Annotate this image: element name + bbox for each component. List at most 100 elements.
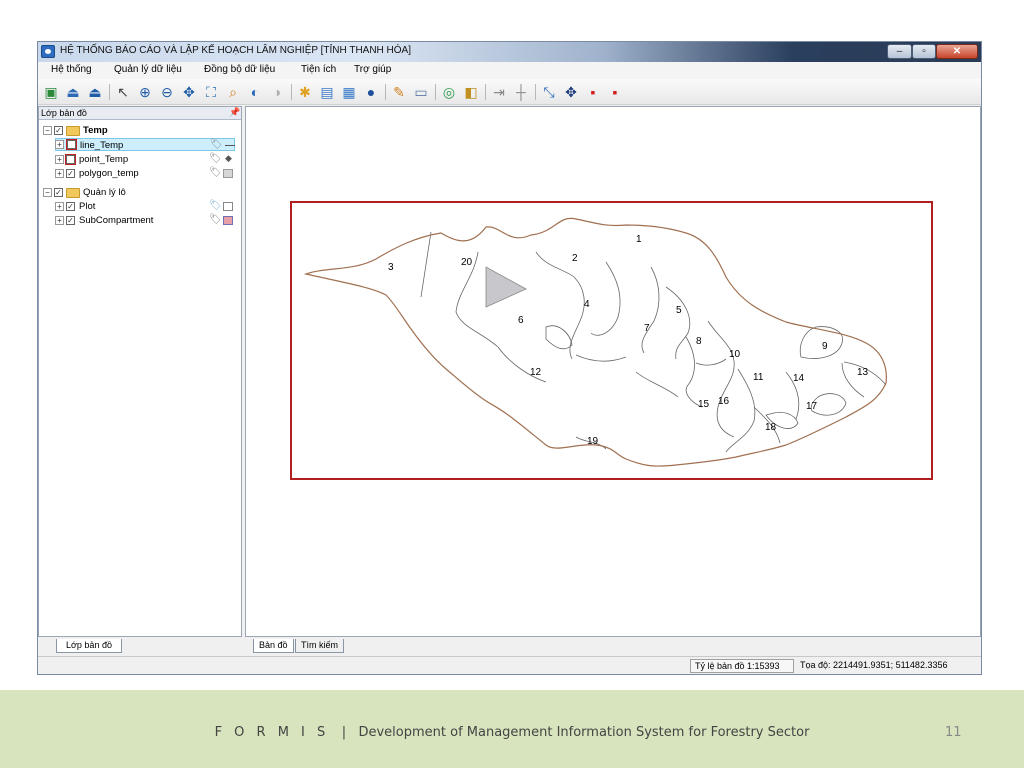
next-extent-icon[interactable]: ◑ <box>268 83 286 101</box>
map-label: 18 <box>765 422 777 433</box>
edit-pencil-icon[interactable]: ✎ <box>390 83 408 101</box>
map-view[interactable]: 1 2 3 4 5 6 7 8 9 10 11 12 13 14 15 16 1… <box>245 106 981 637</box>
layer-group-quan-ly-lo[interactable]: − ✓ Quản lý lô <box>43 186 233 199</box>
edit-vertices-icon[interactable]: ⤡ <box>540 83 558 101</box>
select-pointer-icon[interactable]: ↖ <box>114 83 132 101</box>
toolbar-separator <box>385 84 386 100</box>
map-label: 13 <box>857 367 869 378</box>
edit-sketch-icon[interactable]: ▭ <box>412 83 430 101</box>
layer-label: point_Temp <box>79 154 129 165</box>
footer-brand: F O R M I S <box>214 725 330 740</box>
tab-tim-kiem[interactable]: Tìm kiếm <box>295 639 344 653</box>
delete-point-icon[interactable]: ▪ <box>606 83 624 101</box>
menu-he-thong[interactable]: Hệ thống <box>51 64 92 75</box>
footer-text: Development of Management Information Sy… <box>358 725 810 740</box>
expand-icon[interactable]: + <box>55 155 64 164</box>
menu-quan-ly-du-lieu[interactable]: Quản lý dữ liệu <box>114 64 182 75</box>
layer-item-point-temp[interactable]: + point_Temp 🏷 ◆ <box>55 153 235 166</box>
collapse-icon[interactable]: − <box>43 126 52 135</box>
measure-line-icon[interactable]: ⇥ <box>490 83 508 101</box>
collapse-icon[interactable]: − <box>43 188 52 197</box>
tag-icon[interactable]: 🏷 <box>209 153 222 164</box>
map-label: 1 <box>636 234 642 245</box>
layer-panel-title: Lớp bản đồ <box>41 108 87 118</box>
map-label: 3 <box>388 262 394 273</box>
layer-checkbox[interactable] <box>66 139 77 150</box>
layer-item-polygon-temp[interactable]: + ✓ polygon_temp 🏷 <box>55 167 235 180</box>
upload-icon[interactable]: ⏏ <box>86 83 104 101</box>
map-label: 14 <box>793 373 805 384</box>
load-data-icon[interactable]: ⏏ <box>64 83 82 101</box>
line-symbol-icon <box>225 145 235 146</box>
toolbar-separator <box>485 84 486 100</box>
toolbar-separator <box>109 84 110 100</box>
menu-bar: Hệ thống Quản lý dữ liệu Đồng bộ dữ liệu… <box>38 62 981 79</box>
polygon-symbol-icon <box>223 216 233 225</box>
split-icon[interactable]: ◧ <box>462 83 480 101</box>
layer-checkbox[interactable] <box>65 154 76 165</box>
layer-checkbox[interactable]: ✓ <box>66 169 75 178</box>
expand-icon[interactable]: + <box>55 140 64 149</box>
map-label: 16 <box>718 396 730 407</box>
expand-icon[interactable]: + <box>55 216 64 225</box>
tag-icon[interactable]: 🏷 <box>209 214 222 225</box>
map-label: 20 <box>461 257 473 268</box>
layer-group-temp[interactable]: − ✓ Temp <box>43 124 233 137</box>
toolbar-separator <box>535 84 536 100</box>
group-checkbox[interactable]: ✓ <box>54 188 63 197</box>
map-label: 4 <box>584 299 590 310</box>
add-point-icon[interactable]: ▪ <box>584 83 602 101</box>
full-extent-icon[interactable]: ⛶ <box>202 83 220 101</box>
selected-polygon[interactable] <box>485 266 527 308</box>
layer-item-subcompartment[interactable]: + ✓ SubCompartment 🏷 <box>55 214 235 227</box>
map-frame <box>290 201 933 480</box>
pin-icon[interactable]: 📌 <box>229 107 240 118</box>
app-window: HỆ THỐNG BÁO CÁO VÀ LẬP KẾ HOẠCH LÂM NGH… <box>37 41 982 675</box>
layer-item-line-temp[interactable]: + line_Temp 🏷 <box>55 138 235 151</box>
map-label: 6 <box>518 315 524 326</box>
map-label: 19 <box>587 436 599 447</box>
select-features-icon[interactable]: ✱ <box>296 83 314 101</box>
measure-cross-icon[interactable]: ┼ <box>512 83 530 101</box>
tag-icon[interactable]: 🏷 <box>209 200 222 211</box>
compartment-labels: 1 2 3 4 5 6 7 8 9 10 11 12 13 14 15 16 1… <box>388 234 869 447</box>
expand-icon[interactable]: + <box>55 169 64 178</box>
merge-icon[interactable]: ◎ <box>440 83 458 101</box>
menu-tro-giup[interactable]: Trợ giúp <box>354 64 391 75</box>
close-button[interactable]: ✕ <box>936 44 978 59</box>
maximize-button[interactable]: ▫ <box>912 44 936 59</box>
tag-icon[interactable]: 🏷 <box>210 139 223 150</box>
title-bar[interactable]: HỆ THỐNG BÁO CÁO VÀ LẬP KẾ HOẠCH LÂM NGH… <box>38 42 981 62</box>
layer-label: Plot <box>79 201 96 212</box>
slide-footer: F O R M I S | Development of Management … <box>0 690 1024 768</box>
map-label: 12 <box>530 367 542 378</box>
map-label: 10 <box>729 349 741 360</box>
clear-selection-icon[interactable]: ▤ <box>318 83 336 101</box>
identify-icon[interactable]: ● <box>362 83 380 101</box>
folder-icon <box>66 188 80 198</box>
tab-ban-do[interactable]: Bản đồ <box>253 639 294 653</box>
map-canvas[interactable]: 1 2 3 4 5 6 7 8 9 10 11 12 13 14 15 16 1… <box>246 107 980 636</box>
menu-dong-bo-du-lieu[interactable]: Đồng bộ dữ liệu <box>204 64 275 75</box>
add-layer-icon[interactable]: ▣ <box>42 83 60 101</box>
zoom-out-icon[interactable]: ⊖ <box>158 83 176 101</box>
layer-checkbox[interactable]: ✓ <box>66 202 75 211</box>
move-icon[interactable]: ✥ <box>562 83 580 101</box>
polygon-symbol-icon <box>223 202 233 211</box>
menu-tien-ich[interactable]: Tiện ích <box>301 64 336 75</box>
expand-icon[interactable]: + <box>55 202 64 211</box>
previous-extent-icon[interactable]: ◐ <box>246 83 264 101</box>
tab-lop-ban-do[interactable]: Lớp bản đồ <box>56 639 122 653</box>
zoom-layer-icon[interactable]: ⌕ <box>224 83 242 101</box>
layer-checkbox[interactable]: ✓ <box>66 216 75 225</box>
group-checkbox[interactable]: ✓ <box>54 126 63 135</box>
attribute-table-icon[interactable]: ▦ <box>340 83 358 101</box>
map-label: 11 <box>753 372 764 383</box>
minimize-button[interactable]: – <box>887 44 912 59</box>
tag-icon[interactable]: 🏷 <box>209 167 222 178</box>
layer-label: line_Temp <box>80 140 124 151</box>
pan-icon[interactable]: ✥ <box>180 83 198 101</box>
map-scale: Tỷ lệ bản đồ 1:15393 <box>690 659 794 673</box>
layer-item-plot[interactable]: + ✓ Plot 🏷 <box>55 200 235 213</box>
zoom-in-icon[interactable]: ⊕ <box>136 83 154 101</box>
